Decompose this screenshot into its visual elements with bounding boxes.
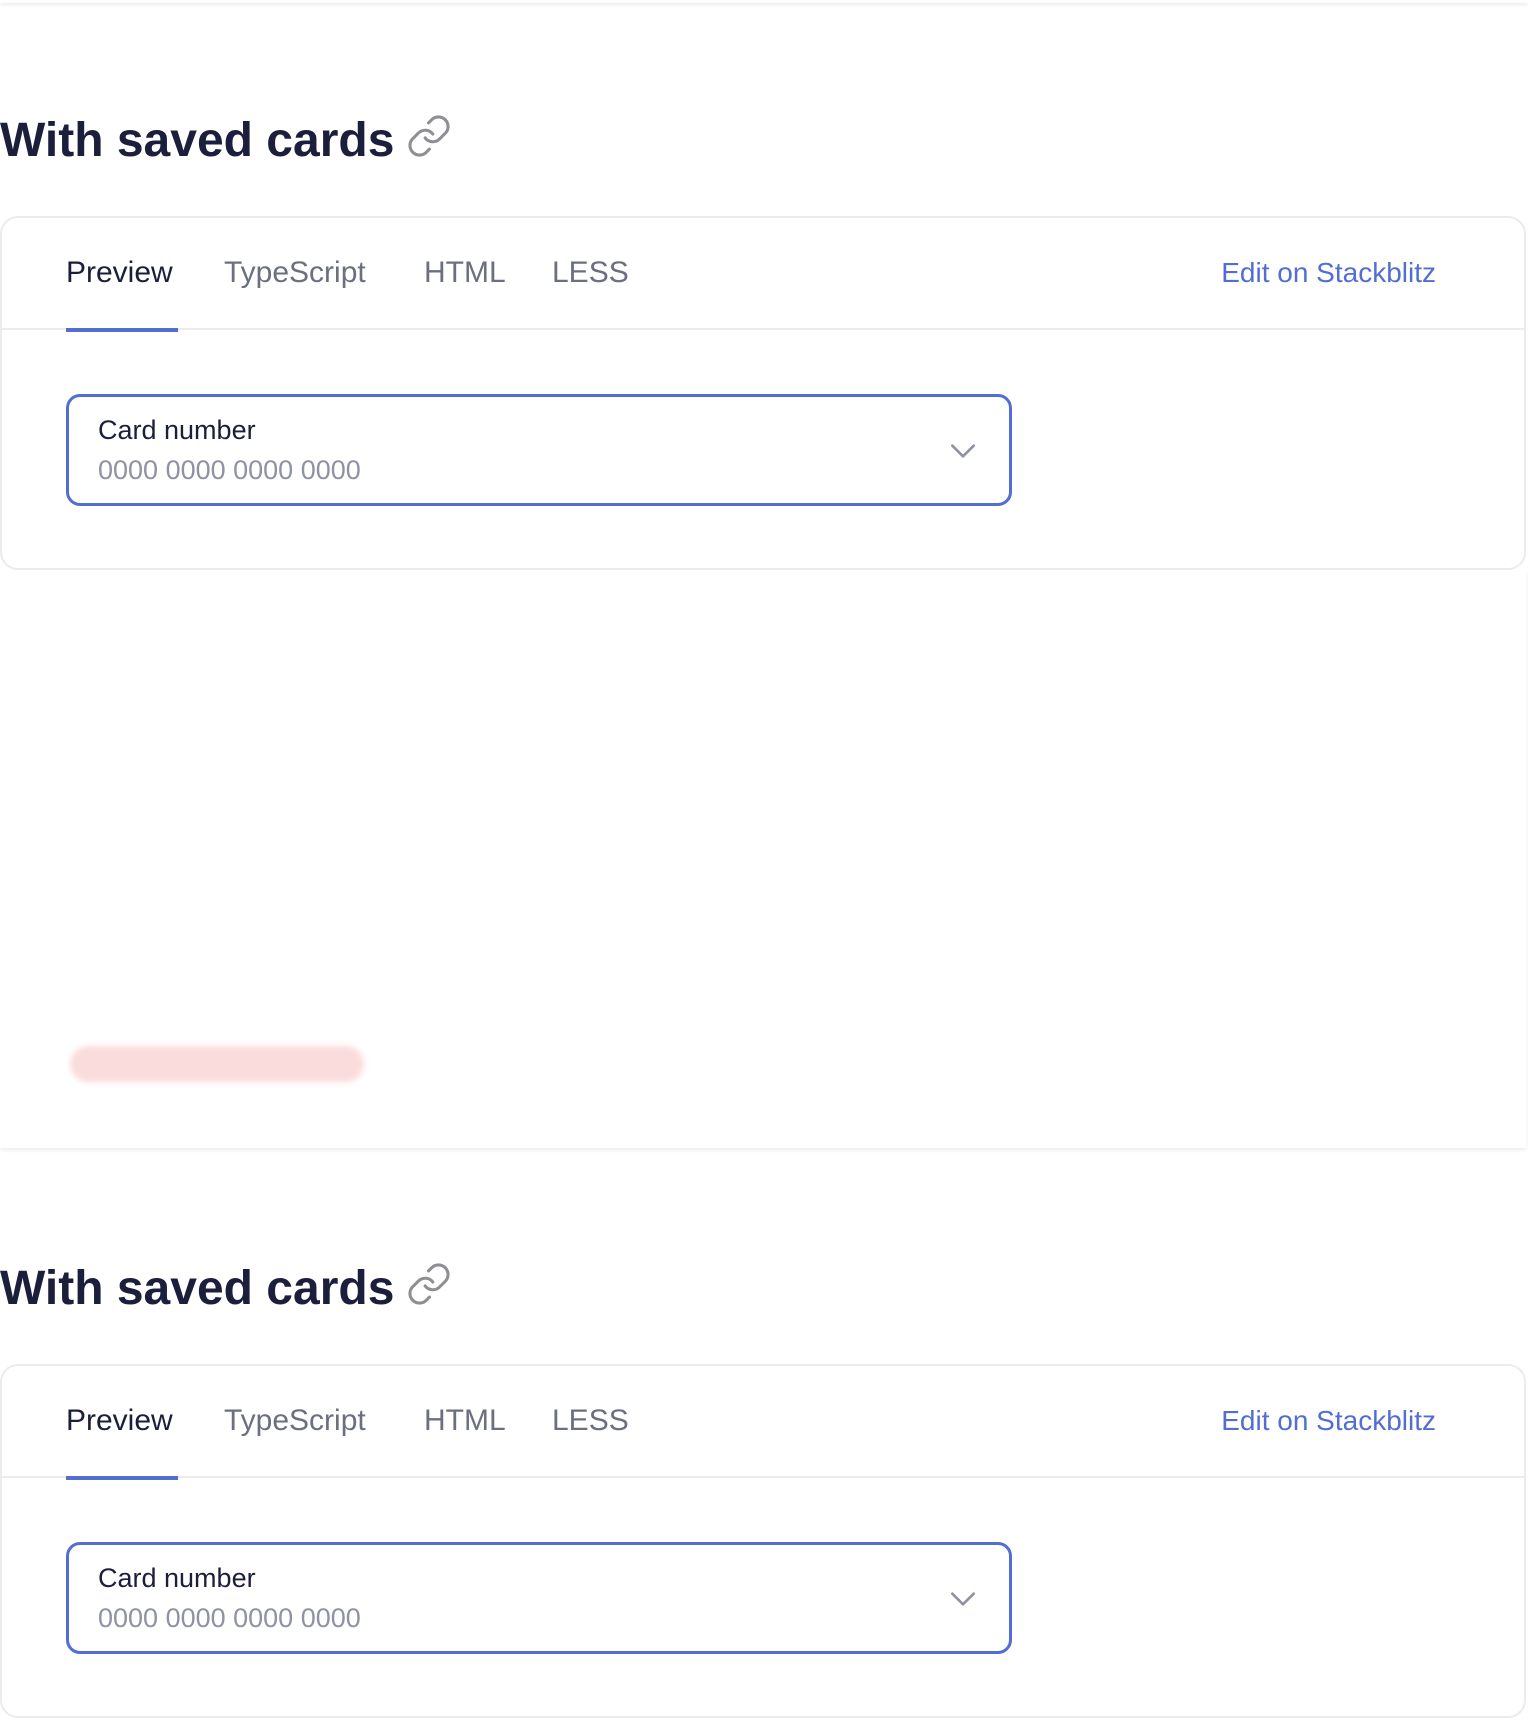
section-title: With saved cards xyxy=(0,112,452,170)
tab-html[interactable]: HTML xyxy=(424,1366,506,1478)
tab-typescript[interactable]: TypeScript xyxy=(224,1366,366,1478)
section-title: With saved cards xyxy=(0,1260,452,1318)
edit-on-stackblitz-link[interactable]: Edit on Stackblitz xyxy=(1221,1366,1436,1478)
preview-area: Card number 0000 0000 0000 0000 xyxy=(2,1478,1524,1716)
blank-region xyxy=(0,572,1526,1148)
card-number-label: Card number xyxy=(98,415,256,445)
card-number-placeholder: 0000 0000 0000 0000 xyxy=(98,455,361,485)
card-number-placeholder: 0000 0000 0000 0000 xyxy=(98,1603,361,1633)
link-icon[interactable] xyxy=(406,113,452,159)
section-title-text: With saved cards xyxy=(0,114,395,167)
section-title-text: With saved cards xyxy=(0,1262,395,1315)
card-number-field[interactable]: Card number 0000 0000 0000 0000 xyxy=(66,1542,1012,1654)
demo-tabs: Preview TypeScript HTML LESS Edit on Sta… xyxy=(2,1366,1524,1480)
tab-html[interactable]: HTML xyxy=(424,218,506,330)
preview-area: Card number 0000 0000 0000 0000 xyxy=(2,330,1524,568)
chevron-down-icon[interactable] xyxy=(947,1583,979,1615)
top-divider xyxy=(0,0,1528,3)
blurred-placeholder xyxy=(70,1046,364,1082)
tab-less[interactable]: LESS xyxy=(552,1366,629,1478)
card-number-label: Card number xyxy=(98,1563,256,1593)
demo-tabs: Preview TypeScript HTML LESS Edit on Sta… xyxy=(2,218,1524,332)
link-icon[interactable] xyxy=(406,1261,452,1307)
chevron-down-icon[interactable] xyxy=(947,435,979,467)
demo-card: Preview TypeScript HTML LESS Edit on Sta… xyxy=(0,1364,1526,1718)
edit-on-stackblitz-link[interactable]: Edit on Stackblitz xyxy=(1221,218,1436,330)
demo-card: Preview TypeScript HTML LESS Edit on Sta… xyxy=(0,216,1526,570)
tab-preview[interactable]: Preview xyxy=(66,218,178,332)
tab-preview[interactable]: Preview xyxy=(66,1366,178,1480)
tab-typescript[interactable]: TypeScript xyxy=(224,218,366,330)
card-number-field[interactable]: Card number 0000 0000 0000 0000 xyxy=(66,394,1012,506)
tab-less[interactable]: LESS xyxy=(552,218,629,330)
